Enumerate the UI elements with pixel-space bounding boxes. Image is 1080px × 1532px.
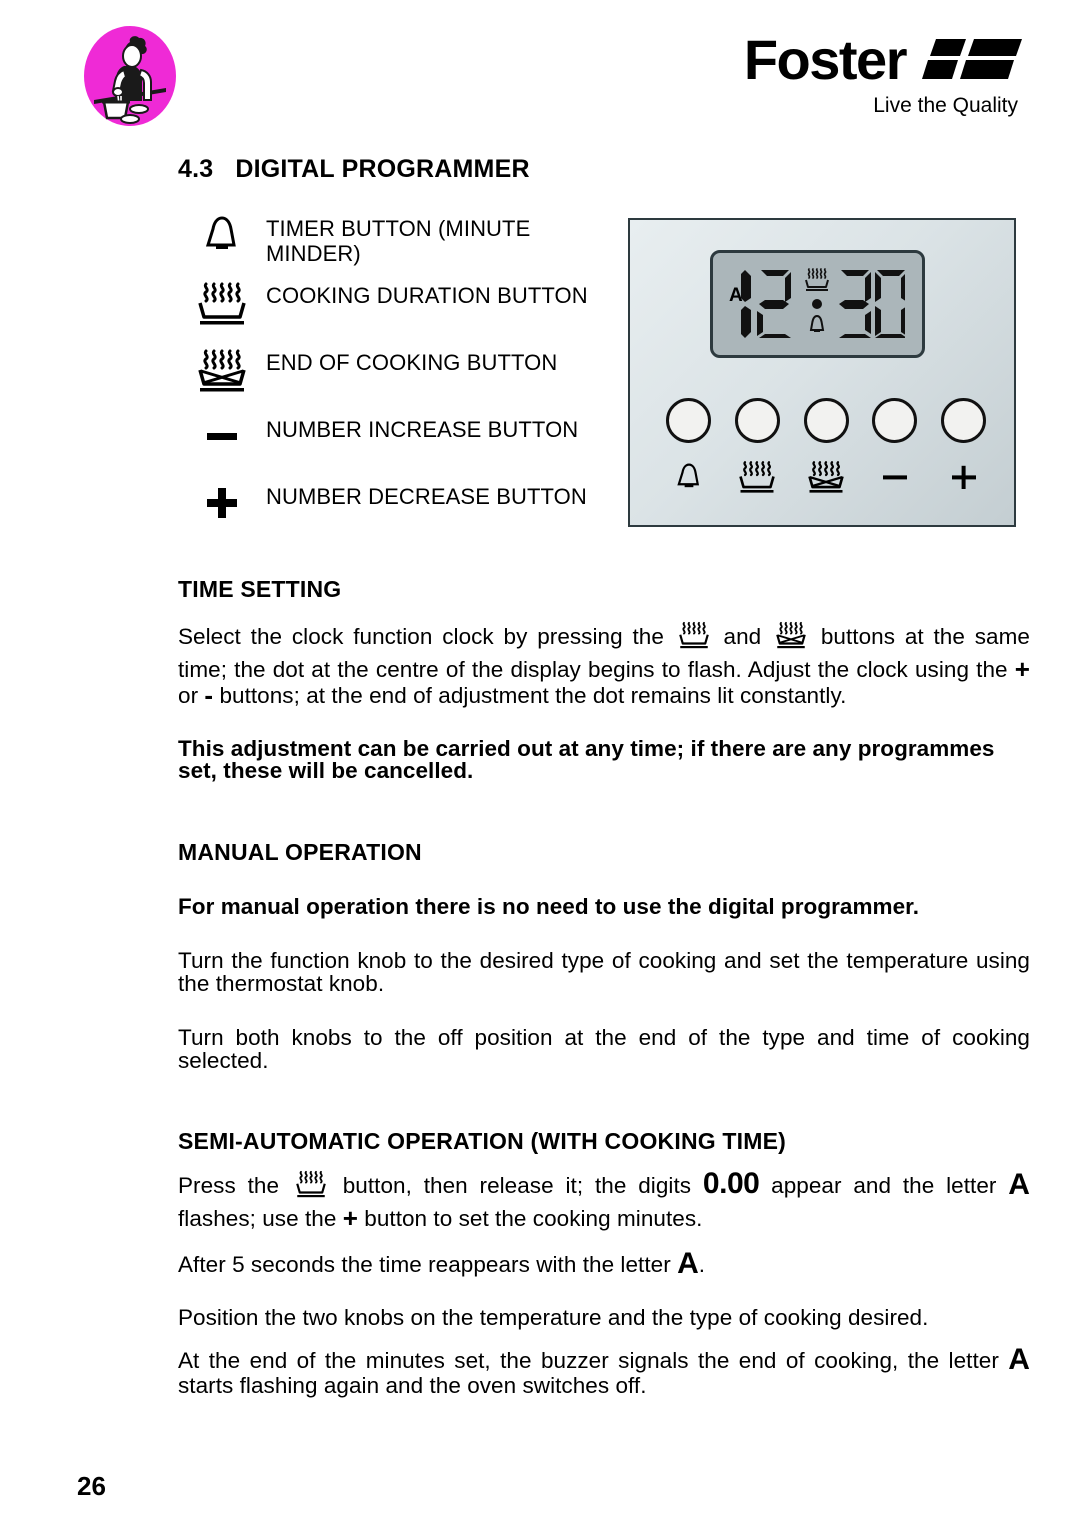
foster-logo-mark <box>922 39 1022 79</box>
sa-text-e: button to set the cooking minutes. <box>364 1205 703 1231</box>
legend-label: NUMBER DECREASE BUTTON <box>266 484 587 509</box>
plus-icon <box>178 480 266 524</box>
page-header: Foster Live the Quality <box>0 0 1080 150</box>
semi-automatic-paragraph-3: Position the two knobs on the temperatur… <box>178 1304 929 1330</box>
letter-a: A <box>677 1246 699 1280</box>
letter-a: A <box>1008 1343 1030 1376</box>
manual-operation-title: MANUAL OPERATION <box>178 838 422 865</box>
manual-operation-para-1: Turn the function knob to the desired ty… <box>178 948 1030 996</box>
legend-label: NUMBER INCREASE BUTTON <box>266 417 579 442</box>
legend-item-number-increase: NUMBER INCREASE BUTTON <box>178 413 618 480</box>
semi-automatic-title: SEMI-AUTOMATIC OPERATION (WITH COOKING T… <box>178 1128 787 1154</box>
lcd-hours <box>740 270 791 338</box>
legend-label: TIMER BUTTON (MINUTE MINDER) <box>266 216 531 266</box>
digits-000: 0.00 <box>702 1167 760 1200</box>
chef-cooking-badge <box>84 26 176 126</box>
legend-item-end-of-cooking: END OF COOKING BUTTON <box>178 346 618 413</box>
lcd-display: A <box>710 250 925 358</box>
legend-item-number-decrease: NUMBER DECREASE BUTTON <box>178 480 618 547</box>
bell-icon <box>666 460 711 494</box>
page-content: TIME SETTING Select the clock function c… <box>178 576 1030 1398</box>
panel-icon-row <box>666 460 986 496</box>
ts-text-b: and <box>723 624 762 649</box>
end-of-cooking-icon <box>178 346 266 396</box>
cooking-duration-icon <box>178 279 266 329</box>
page-number: 26 <box>77 1471 106 1501</box>
cooking-duration-icon <box>676 621 712 656</box>
legend-label: COOKING DURATION BUTTON <box>266 283 588 308</box>
lcd-bell-indicator <box>809 314 824 332</box>
minus-icon <box>178 413 266 457</box>
plus-symbol: + <box>342 1202 358 1233</box>
end-of-cooking-icon <box>773 621 809 656</box>
legend-item-timer: TIMER BUTTON (MINUTE MINDER) <box>178 212 618 279</box>
timer-button[interactable] <box>666 398 711 443</box>
sa2-text-b: . <box>698 1251 706 1277</box>
plus-button[interactable] <box>941 398 986 443</box>
time-setting-title: TIME SETTING <box>178 576 342 602</box>
foster-wordmark: Foster <box>743 28 908 91</box>
ts-text-d: or <box>178 682 199 708</box>
time-setting-warning: This adjustment can be carried out at an… <box>178 735 995 783</box>
cooking-duration-icon <box>735 460 780 496</box>
button-legend-list: TIMER BUTTON (MINUTE MINDER) COOKING DUR… <box>178 212 618 547</box>
time-setting-paragraph: Select the clock function clock by press… <box>178 621 1030 708</box>
semi-automatic-paragraph-1: Press the button, then release it; the d… <box>178 1169 1030 1231</box>
chef-cooking-icon <box>94 36 166 124</box>
legend-item-cooking-duration: COOKING DURATION BUTTON <box>178 279 618 346</box>
ts-text-e: buttons; at the end of adjustment the do… <box>219 682 847 708</box>
sa-text-c: appear and the letter <box>771 1173 997 1198</box>
cooking-duration-button[interactable] <box>734 398 780 443</box>
letter-a: A <box>1008 1168 1031 1201</box>
sa2-text-a: After 5 seconds the time reappears with … <box>178 1251 671 1277</box>
plus-symbol: + <box>1014 653 1030 684</box>
lcd-indicator-stack <box>804 268 829 332</box>
semi-automatic-paragraph-2: After 5 seconds the time reappears with … <box>178 1246 1030 1280</box>
ts-text-a: Select the clock function clock by press… <box>178 624 664 649</box>
lcd-cooking-duration-indicator <box>804 268 829 291</box>
sa-text-b: button, then release it; the digits <box>342 1173 692 1198</box>
manual-operation-lead: For manual operation there is no need to… <box>178 893 920 919</box>
foster-tagline: Live the Quality <box>873 94 1018 117</box>
cooking-duration-icon <box>293 1170 329 1205</box>
end-of-cooking-icon <box>804 460 849 496</box>
minus-symbol: - <box>204 679 214 710</box>
sa4-text-a: At the end of the minutes set, the buzze… <box>178 1348 999 1373</box>
section-number: 4.3 <box>178 155 214 183</box>
minus-button[interactable] <box>872 398 918 443</box>
sa4-text-b: starts flashing again and the oven switc… <box>178 1373 647 1398</box>
panel-button-row <box>666 398 986 443</box>
minus-icon <box>872 460 917 494</box>
lcd-colon-dot <box>811 299 822 309</box>
page-title: 4.3 DIGITAL PROGRAMMER <box>178 155 530 184</box>
end-of-cooking-button[interactable] <box>803 398 849 443</box>
sa-text-d: flashes; use the <box>178 1205 337 1231</box>
digital-programmer-panel: A <box>628 218 1016 527</box>
section-title: DIGITAL PROGRAMMER <box>235 155 530 183</box>
lcd-minutes <box>838 270 905 338</box>
bell-icon <box>178 212 266 256</box>
legend-label: END OF COOKING BUTTON <box>266 350 558 375</box>
sa-text-a: Press the <box>178 1173 280 1198</box>
semi-automatic-paragraph-4: At the end of the minutes set, the buzze… <box>178 1345 1030 1398</box>
foster-logo: Foster Live the Quality <box>744 32 1022 118</box>
plus-icon <box>941 460 986 494</box>
manual-operation-para-2: Turn both knobs to the off position at t… <box>178 1025 1030 1073</box>
